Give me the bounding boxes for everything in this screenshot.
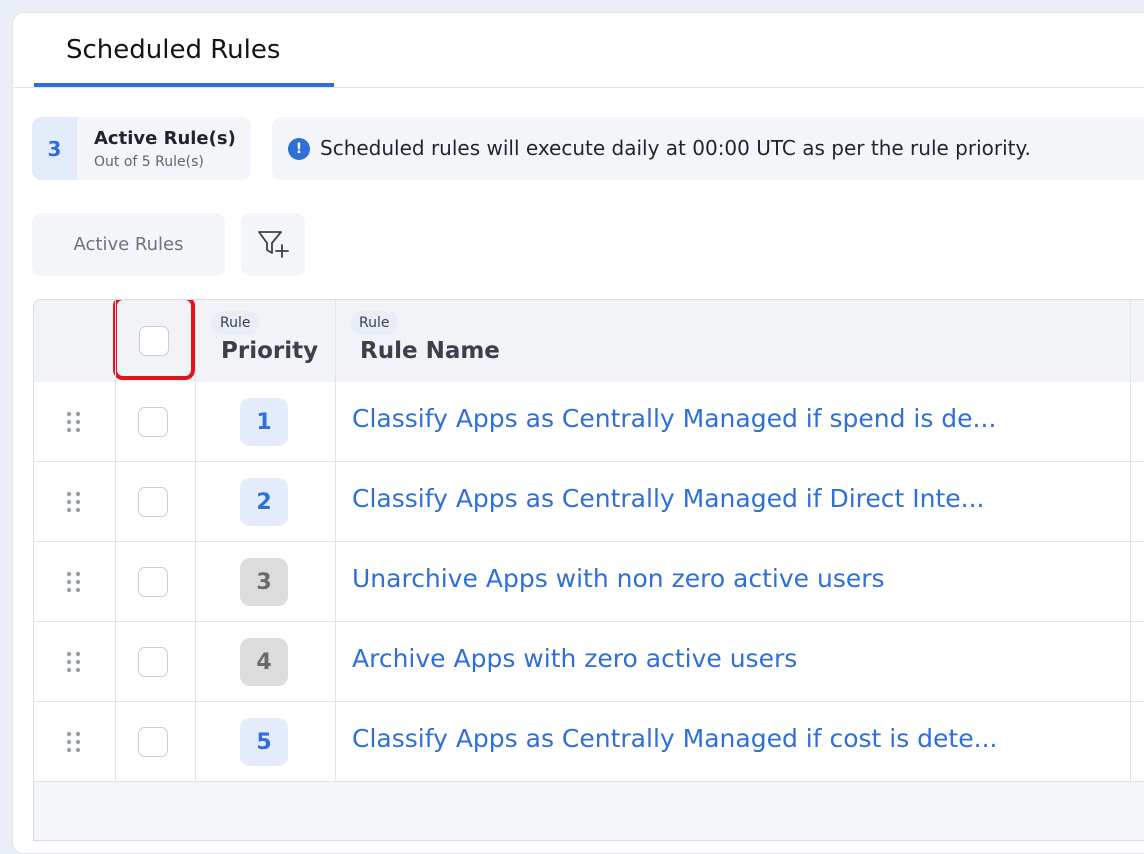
column-divider: [195, 300, 196, 782]
active-rules-subtitle: Out of 5 Rule(s): [94, 154, 204, 170]
rule-name-link[interactable]: Classify Apps as Centrally Managed if Di…: [352, 484, 1112, 513]
schedule-info-text: Scheduled rules will execute daily at 00…: [320, 136, 1031, 160]
tab-label: Scheduled Rules: [66, 35, 281, 65]
active-rules-title: Active Rule(s): [94, 128, 236, 149]
priority-column-header[interactable]: Priority: [221, 338, 318, 364]
column-divider: [1130, 300, 1131, 782]
rule-name-link[interactable]: Archive Apps with zero active users: [352, 644, 1112, 673]
table-row[interactable]: 5 Classify Apps as Centrally Managed if …: [34, 702, 1144, 782]
table-header: Rule Priority Rule Rule Name: [34, 300, 1144, 383]
priority-badge: 3: [240, 558, 288, 606]
active-rules-filter-chip[interactable]: Active Rules: [32, 213, 225, 276]
drag-handle-icon[interactable]: [66, 571, 82, 593]
priority-badge: 4: [240, 638, 288, 686]
table-row[interactable]: 2 Classify Apps as Centrally Managed if …: [34, 462, 1144, 542]
row-checkbox[interactable]: [138, 727, 168, 757]
drag-handle-icon[interactable]: [66, 651, 82, 673]
table-row[interactable]: 3 Unarchive Apps with non zero active us…: [34, 542, 1144, 622]
priority-badge: 1: [240, 398, 288, 446]
active-rules-count: 3: [32, 117, 77, 180]
tab-scheduled-rules[interactable]: Scheduled Rules: [34, 13, 334, 87]
row-checkbox[interactable]: [138, 647, 168, 677]
drag-handle-icon[interactable]: [66, 411, 82, 433]
add-filter-button[interactable]: [241, 213, 305, 276]
column-divider: [335, 300, 336, 782]
scheduled-rules-panel: Scheduled Rules 3 Active Rule(s) Out of …: [12, 12, 1144, 854]
schedule-info-banner: ! Scheduled rules will execute daily at …: [272, 117, 1144, 180]
rule-name-link[interactable]: Unarchive Apps with non zero active user…: [352, 564, 1112, 593]
rule-name-link[interactable]: Classify Apps as Centrally Managed if co…: [352, 724, 1112, 753]
rule-name-column-header[interactable]: Rule Name: [360, 338, 500, 364]
table-row[interactable]: 1 Classify Apps as Centrally Managed if …: [34, 382, 1144, 462]
table-row[interactable]: 4 Archive Apps with zero active users: [34, 622, 1144, 702]
rule-name-link[interactable]: Classify Apps as Centrally Managed if sp…: [352, 404, 1112, 433]
rule-name-header-pill: Rule: [350, 311, 399, 335]
active-rules-summary: 3 Active Rule(s) Out of 5 Rule(s): [32, 117, 251, 180]
row-checkbox[interactable]: [138, 567, 168, 597]
info-icon: !: [288, 138, 310, 160]
priority-header-pill: Rule: [211, 311, 260, 335]
row-checkbox[interactable]: [138, 487, 168, 517]
filter-plus-icon: [256, 228, 290, 262]
column-divider: [115, 300, 116, 782]
priority-badge: 2: [240, 478, 288, 526]
select-all-highlight: [113, 300, 195, 380]
row-checkbox[interactable]: [138, 407, 168, 437]
priority-badge: 5: [240, 718, 288, 766]
drag-handle-icon[interactable]: [66, 731, 82, 753]
drag-handle-icon[interactable]: [66, 491, 82, 513]
rules-table: Rule Priority Rule Rule Name 1 Classify …: [33, 299, 1144, 841]
tab-bar: Scheduled Rules: [13, 13, 1144, 88]
